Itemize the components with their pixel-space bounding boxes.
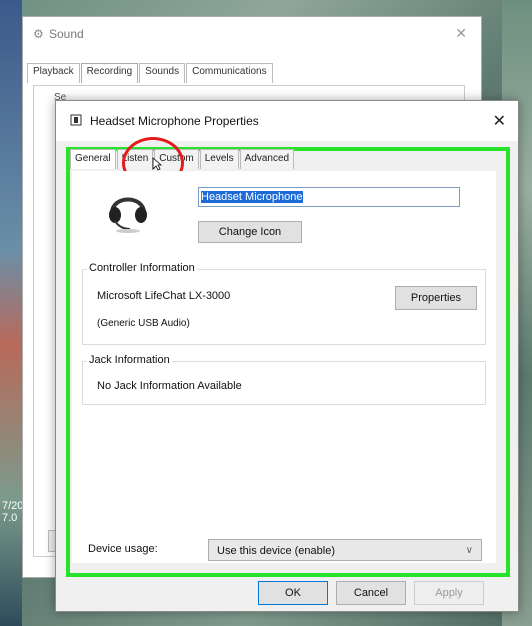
sound-titlebar: ⚙ Sound ✕: [23, 17, 481, 49]
properties-titlebar: Headset Microphone Properties ✕: [56, 101, 518, 141]
tab-general[interactable]: General: [70, 149, 116, 169]
close-icon[interactable]: ✕: [493, 111, 506, 131]
tab-playback[interactable]: Playback: [27, 63, 80, 83]
desktop-wallpaper-left: [0, 0, 22, 626]
controller-driver: (Generic USB Audio): [97, 318, 190, 329]
device-usage-select[interactable]: Use this device (enable) ∨: [208, 539, 482, 561]
headset-icon: [109, 197, 147, 233]
chevron-down-icon: ∨: [465, 545, 473, 556]
sound-tabs: Playback Recording Sounds Communications: [27, 63, 274, 83]
device-usage-value: Use this device (enable): [217, 545, 336, 557]
controller-info-group: Controller Information Microsoft LifeCha…: [82, 262, 486, 345]
jack-info-group: Jack Information No Jack Information Ava…: [82, 354, 486, 405]
general-tab-panel: Headset Microphone Change Icon Controlle…: [72, 171, 496, 563]
properties-button[interactable]: Properties: [395, 286, 477, 310]
change-icon-button[interactable]: Change Icon: [198, 221, 302, 243]
speaker-icon: ⚙: [33, 27, 44, 41]
mouse-cursor-icon: [152, 157, 162, 171]
ok-button[interactable]: OK: [258, 581, 328, 605]
close-icon[interactable]: ✕: [455, 25, 467, 42]
apply-button[interactable]: Apply: [414, 581, 484, 605]
cancel-button[interactable]: Cancel: [336, 581, 406, 605]
tab-recording[interactable]: Recording: [80, 63, 139, 83]
jack-info-text: No Jack Information Available: [97, 380, 242, 392]
properties-dialog: Headset Microphone Properties ✕ General …: [55, 100, 519, 612]
controller-name: Microsoft LifeChat LX-3000: [97, 290, 231, 302]
tab-sounds[interactable]: Sounds: [139, 63, 186, 83]
tab-advanced[interactable]: Advanced: [239, 149, 295, 169]
microphone-icon: [70, 114, 82, 126]
device-name-field[interactable]: Headset Microphone: [198, 187, 460, 207]
device-usage-label: Device usage:: [88, 543, 158, 555]
properties-title: Headset Microphone Properties: [90, 114, 259, 128]
sound-title: Sound: [49, 27, 84, 41]
device-name-text: Headset Microphone: [201, 191, 303, 203]
tab-levels[interactable]: Levels: [199, 149, 239, 169]
controller-info-legend: Controller Information: [87, 262, 197, 274]
tab-communications[interactable]: Communications: [186, 63, 273, 83]
jack-info-legend: Jack Information: [87, 354, 172, 366]
